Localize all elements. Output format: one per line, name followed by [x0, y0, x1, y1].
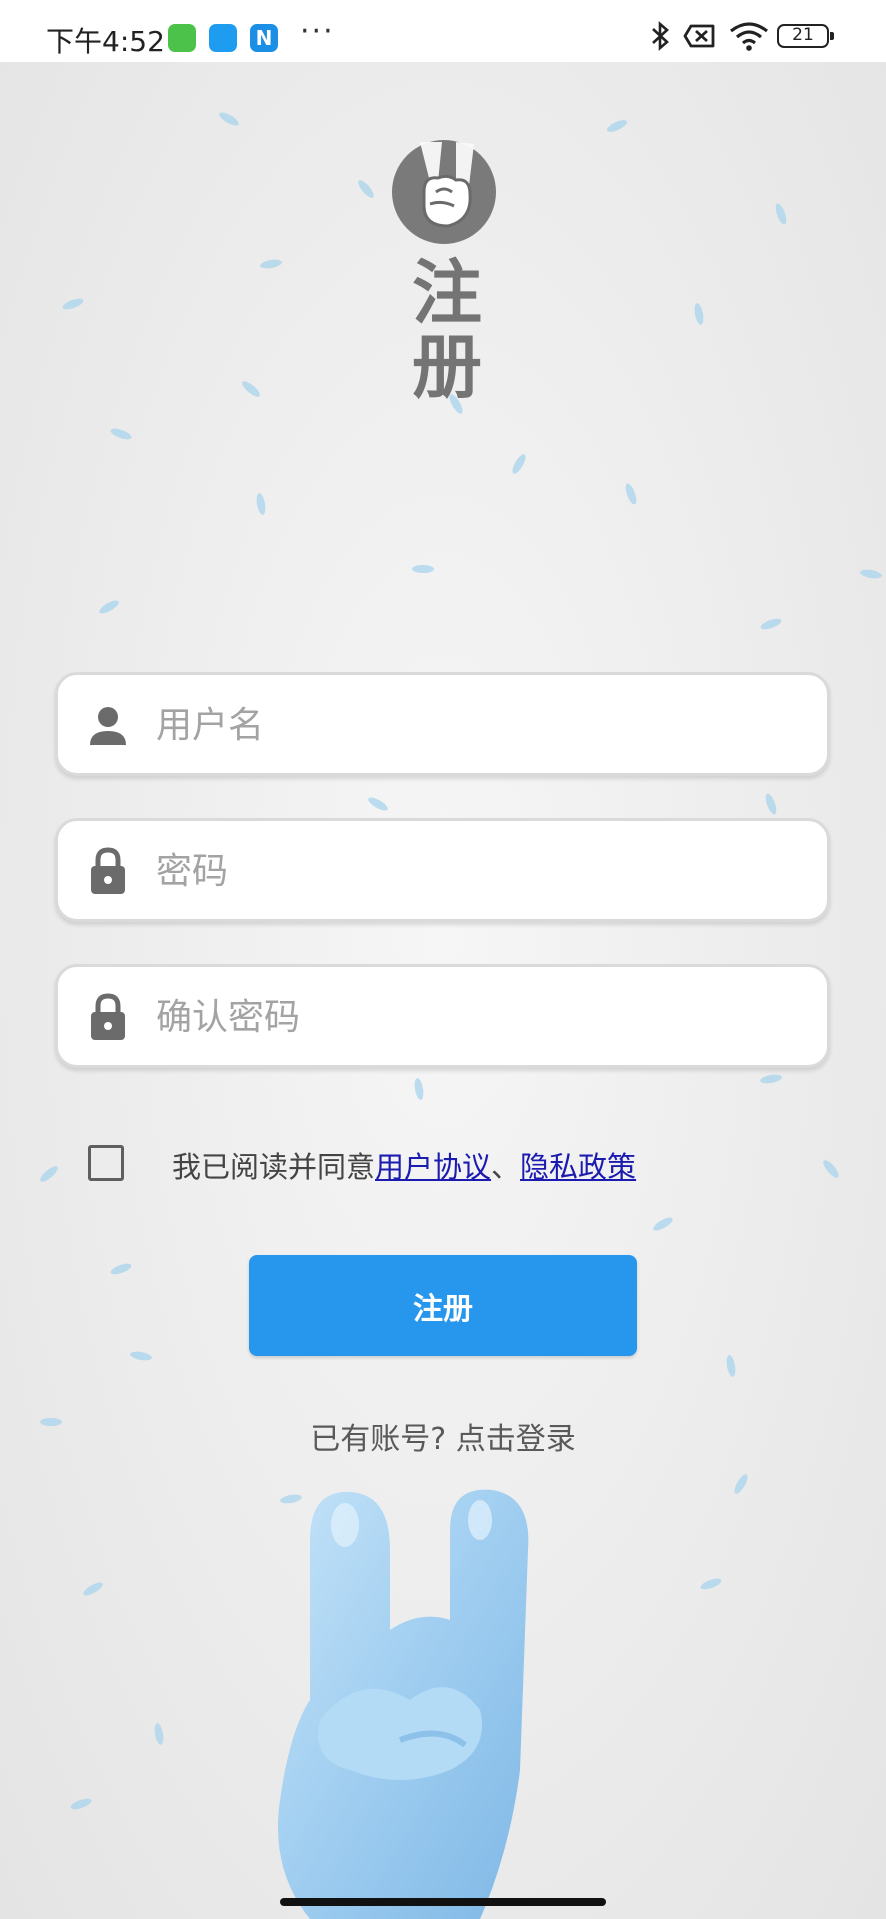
agreement-separator: 、 [491, 1150, 521, 1184]
wechat-app-icon [168, 24, 196, 52]
privacy-policy-link[interactable]: 隐私政策 [520, 1150, 636, 1184]
user-icon [90, 707, 126, 745]
login-link[interactable]: 已有账号? 点击登录 [0, 1414, 886, 1458]
lock-icon [91, 847, 125, 894]
agree-checkbox[interactable] [88, 1145, 124, 1181]
rock-hand-illustration [278, 1489, 529, 1919]
no-sim-icon [683, 24, 715, 48]
n-app-icon: N [250, 24, 278, 52]
lock-icon [91, 993, 125, 1040]
bluetooth-icon [652, 21, 669, 51]
password-input[interactable] [154, 835, 798, 907]
username-field[interactable] [55, 672, 830, 776]
rock-hand-logo-icon [392, 140, 496, 244]
username-input[interactable] [154, 689, 798, 761]
agreement-prefix: 我已阅读并同意 [172, 1150, 376, 1184]
battery-icon: 21 [777, 24, 834, 48]
password-field[interactable] [55, 818, 830, 922]
agreement-text: 我已阅读并同意用户协议、隐私政策 [172, 1144, 636, 1186]
confirm-password-field[interactable] [55, 964, 830, 1068]
message-app-icon [209, 24, 237, 52]
app-logo: 注册 [390, 120, 510, 404]
wifi-icon [730, 22, 768, 51]
home-indicator[interactable] [280, 1898, 606, 1906]
status-bar: 下午4:52 N ··· 21 [0, 0, 886, 62]
confirm-password-input[interactable] [154, 981, 798, 1053]
more-notifications-icon: ··· [300, 14, 335, 49]
register-button[interactable]: 注册 [249, 1255, 637, 1356]
logo-title: 注册 [412, 252, 482, 408]
status-time: 下午4:52 [46, 25, 165, 58]
user-agreement-link[interactable]: 用户协议 [375, 1150, 491, 1184]
